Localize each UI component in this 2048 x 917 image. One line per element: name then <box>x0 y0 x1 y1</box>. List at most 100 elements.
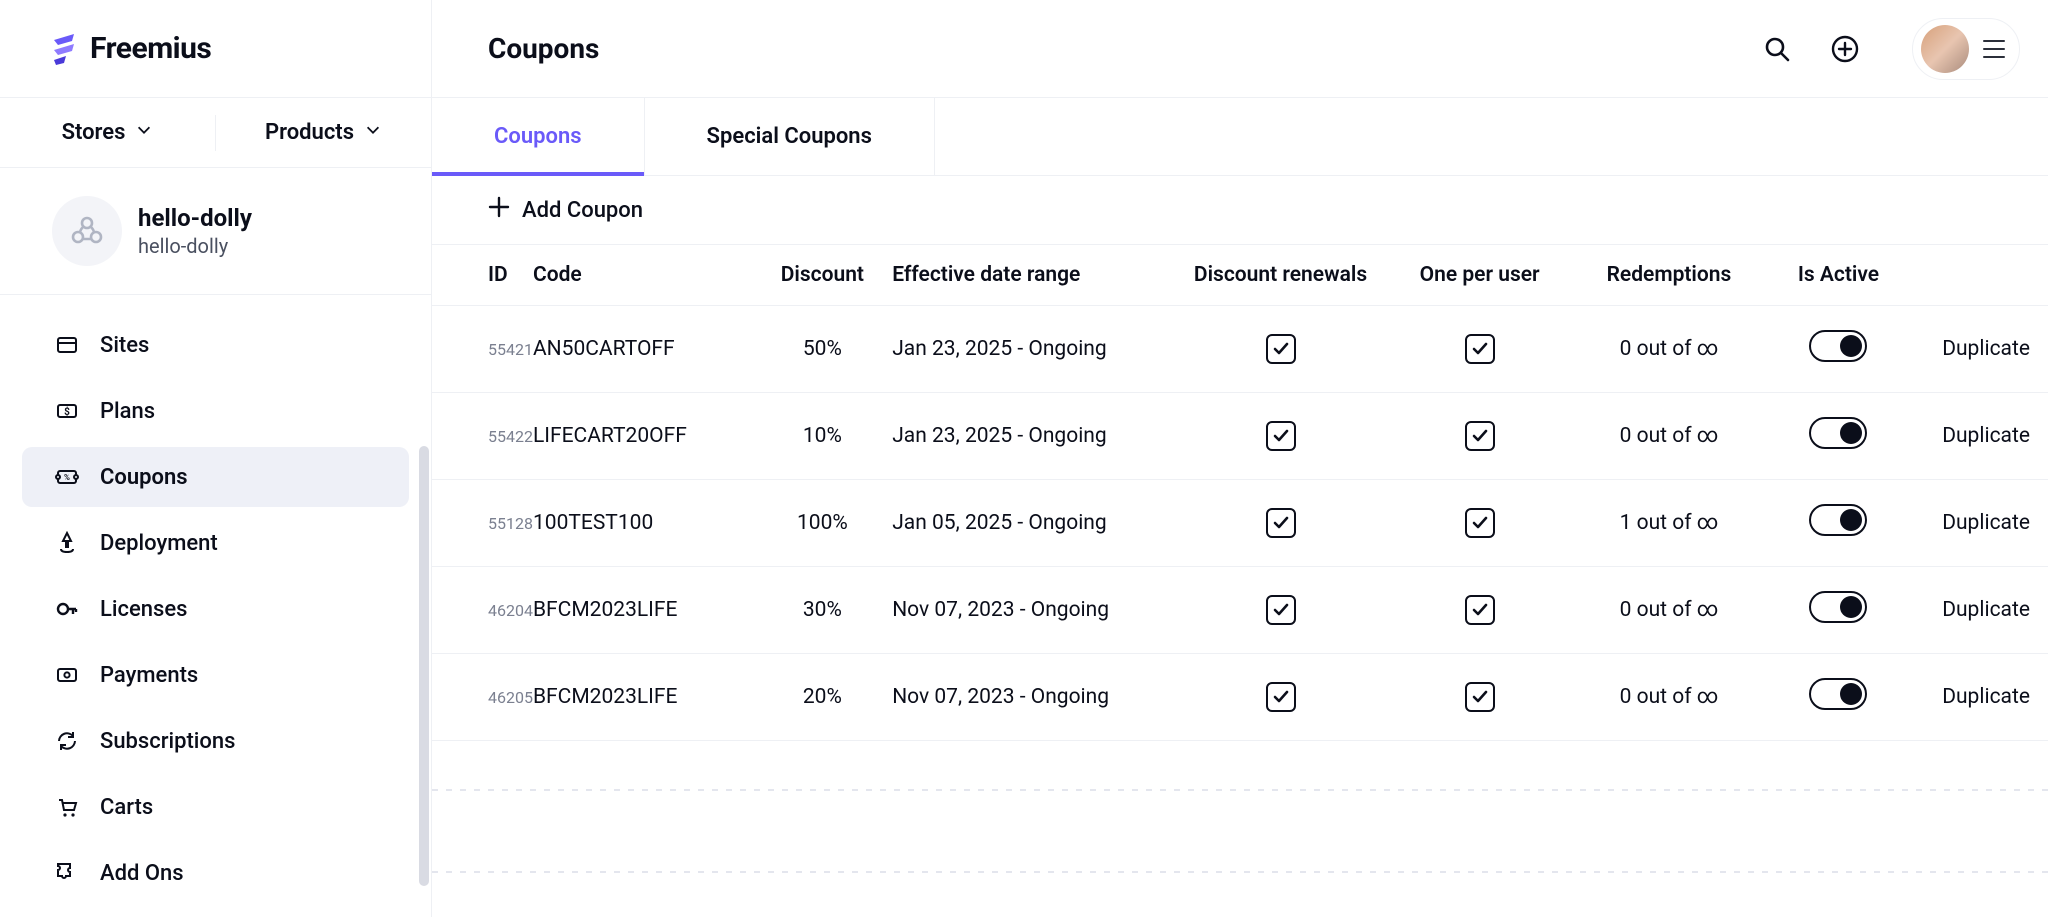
sidebar-scrollbar[interactable] <box>419 306 429 890</box>
svg-text:%: % <box>64 473 70 482</box>
sidebar-item-licenses[interactable]: Licenses <box>22 579 409 639</box>
table-row[interactable]: 55421AN50CARTOFF50%Jan 23, 2025 - Ongoin… <box>432 306 2048 393</box>
sidebar-item-addons[interactable]: Add Ons <box>22 843 409 903</box>
sidebar-item-carts[interactable]: Carts <box>22 777 409 837</box>
cell-is-active <box>1769 654 1908 741</box>
col-id[interactable]: ID <box>432 245 533 306</box>
sidebar-scrollbar-thumb[interactable] <box>419 446 429 886</box>
check-icon <box>1266 334 1296 364</box>
sidebar-item-plans[interactable]: $ Plans <box>22 381 409 441</box>
col-date-range[interactable]: Effective date range <box>892 245 1171 306</box>
addons-icon <box>54 860 80 886</box>
cell-id: 55128 <box>432 480 533 567</box>
payments-icon <box>54 662 80 688</box>
cell-date-range: Jan 05, 2025 - Ongoing <box>892 480 1171 567</box>
sidebar-item-label: Subscriptions <box>100 729 235 754</box>
deployment-icon <box>54 530 80 556</box>
active-toggle[interactable] <box>1809 504 1867 536</box>
carts-icon <box>54 794 80 820</box>
chevron-down-icon <box>135 120 153 145</box>
duplicate-button[interactable]: Duplicate <box>1942 337 2030 361</box>
duplicate-button[interactable]: Duplicate <box>1942 424 2030 448</box>
cell-date-range: Jan 23, 2025 - Ongoing <box>892 393 1171 480</box>
check-icon <box>1266 595 1296 625</box>
sidebar-item-sites[interactable]: Sites <box>22 315 409 375</box>
hamburger-icon <box>1983 40 2005 58</box>
table-footer-divider <box>432 861 2048 917</box>
col-renewals[interactable]: Discount renewals <box>1171 245 1390 306</box>
active-toggle[interactable] <box>1809 330 1867 362</box>
active-toggle[interactable] <box>1809 678 1867 710</box>
coupons-table: ID Code Discount Effective date range Di… <box>432 245 2048 741</box>
check-icon <box>1266 421 1296 451</box>
add-coupon-button[interactable]: Add Coupon <box>432 176 2048 245</box>
sidebar-item-payments[interactable]: Payments <box>22 645 409 705</box>
product-name: hello-dolly <box>138 204 252 232</box>
cell-one-per-user <box>1390 654 1569 741</box>
cell-discount: 50% <box>753 306 893 393</box>
cell-code: BFCM2023LIFE <box>533 567 753 654</box>
table-footer-divider <box>432 741 2048 861</box>
cell-date-range: Jan 23, 2025 - Ongoing <box>892 306 1171 393</box>
chevron-down-icon <box>364 120 382 145</box>
table-row[interactable]: 46204BFCM2023LIFE30%Nov 07, 2023 - Ongoi… <box>432 567 2048 654</box>
avatar <box>1921 25 1969 73</box>
tab-special-coupons[interactable]: Special Coupons <box>645 98 935 175</box>
cell-is-active <box>1769 567 1908 654</box>
col-redemptions[interactable]: Redemptions <box>1569 245 1769 306</box>
duplicate-button[interactable]: Duplicate <box>1942 511 2030 535</box>
coupons-icon: % <box>54 464 80 490</box>
check-icon <box>1465 682 1495 712</box>
col-discount[interactable]: Discount <box>753 245 893 306</box>
cell-discount: 30% <box>753 567 893 654</box>
cell-code: AN50CARTOFF <box>533 306 753 393</box>
cell-date-range: Nov 07, 2023 - Ongoing <box>892 567 1171 654</box>
tab-coupons[interactable]: Coupons <box>432 98 645 175</box>
sidebar: Freemius Stores Products <box>0 0 432 917</box>
coupons-table-wrap: ID Code Discount Effective date range Di… <box>432 245 2048 917</box>
cell-renewals <box>1171 654 1390 741</box>
sidebar-item-coupons[interactable]: %Coupons <box>22 447 409 507</box>
table-row[interactable]: 55128100TEST100100%Jan 05, 2025 - Ongoin… <box>432 480 2048 567</box>
check-icon <box>1465 508 1495 538</box>
cell-code: LIFECART20OFF <box>533 393 753 480</box>
cell-redemptions: 0 out of ∞ <box>1569 393 1769 480</box>
col-one-per-user[interactable]: One per user <box>1390 245 1569 306</box>
user-menu[interactable] <box>1912 18 2020 80</box>
plans-icon: $ <box>54 398 80 424</box>
cell-is-active <box>1769 306 1908 393</box>
cell-renewals <box>1171 567 1390 654</box>
cell-one-per-user <box>1390 480 1569 567</box>
products-dropdown[interactable]: Products <box>216 120 431 145</box>
table-row[interactable]: 55422LIFECART20OFF10%Jan 23, 2025 - Ongo… <box>432 393 2048 480</box>
sidebar-item-subscriptions[interactable]: Subscriptions <box>22 711 409 771</box>
check-icon <box>1266 682 1296 712</box>
topbar: Coupons <box>432 0 2048 98</box>
cell-redemptions: 0 out of ∞ <box>1569 654 1769 741</box>
duplicate-button[interactable]: Duplicate <box>1942 685 2030 709</box>
cell-redemptions: 0 out of ∞ <box>1569 306 1769 393</box>
sites-icon <box>54 332 80 358</box>
store-product-switcher: Stores Products <box>0 98 431 168</box>
search-icon[interactable] <box>1762 34 1792 64</box>
check-icon <box>1465 334 1495 364</box>
duplicate-button[interactable]: Duplicate <box>1942 598 2030 622</box>
sidebar-item-label: Plans <box>100 399 155 424</box>
main: Coupons CouponsSpecial Coupons Add Coupo… <box>432 0 2048 917</box>
logo[interactable]: Freemius <box>0 0 431 98</box>
stores-label: Stores <box>62 120 126 145</box>
col-code[interactable]: Code <box>533 245 753 306</box>
sidebar-item-label: Add Ons <box>100 861 184 886</box>
table-row[interactable]: 46205BFCM2023LIFE20%Nov 07, 2023 - Ongoi… <box>432 654 2048 741</box>
col-is-active[interactable]: Is Active <box>1769 245 1908 306</box>
cell-renewals <box>1171 306 1390 393</box>
product-header[interactable]: hello-dolly hello-dolly <box>0 168 431 295</box>
svg-text:$: $ <box>64 405 70 418</box>
add-icon[interactable] <box>1830 34 1860 64</box>
active-toggle[interactable] <box>1809 591 1867 623</box>
cell-discount: 100% <box>753 480 893 567</box>
cell-is-active <box>1769 480 1908 567</box>
stores-dropdown[interactable]: Stores <box>0 120 215 145</box>
sidebar-item-deployment[interactable]: Deployment <box>22 513 409 573</box>
active-toggle[interactable] <box>1809 417 1867 449</box>
